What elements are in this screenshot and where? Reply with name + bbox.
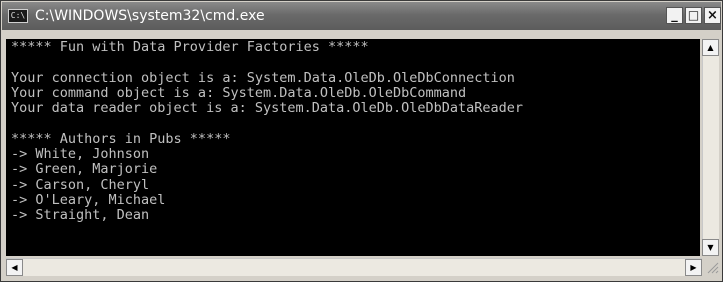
console-line: -> O'Leary, Michael (11, 191, 166, 208)
scroll-left-arrow-icon[interactable]: ◀ (6, 259, 23, 276)
resize-grip-icon[interactable] (703, 258, 720, 276)
console-line: -> Carson, Cheryl (11, 176, 150, 193)
console-line: Your command object is a: System.Data.Ol… (11, 84, 467, 101)
console-output[interactable]: ***** Fun with Data Provider Factories *… (6, 39, 700, 256)
console-line: ***** Authors in Pubs ***** (11, 130, 231, 147)
console-app-icon[interactable]: C:\ (8, 9, 28, 23)
scroll-down-arrow-icon[interactable]: ▼ (702, 239, 719, 256)
title-bar[interactable]: C:\ C:\WINDOWS\system32\cmd.exe _ □ × (2, 2, 721, 30)
console-line: Your data reader object is a: System.Dat… (11, 100, 524, 117)
maximize-button[interactable]: □ (685, 7, 702, 24)
minimize-button[interactable]: _ (666, 7, 683, 24)
console-line: ***** Fun with Data Provider Factories *… (11, 39, 369, 55)
console-line: Your connection object is a: System.Data… (11, 69, 515, 86)
close-button[interactable]: × (704, 7, 721, 24)
console-line: -> Green, Marjorie (11, 161, 158, 178)
vertical-scrollbar[interactable]: ▲ ▼ (702, 39, 719, 256)
window-title: C:\WINDOWS\system32\cmd.exe (35, 8, 265, 24)
console-line: -> Straight, Dean (11, 207, 150, 224)
scroll-right-arrow-icon[interactable]: ▶ (685, 259, 702, 276)
console-line: -> White, Johnson (11, 146, 150, 163)
horizontal-scrollbar[interactable]: ◀ ▶ (6, 258, 702, 276)
cmd-window: C:\ C:\WINDOWS\system32\cmd.exe _ □ × **… (0, 0, 723, 282)
scroll-up-arrow-icon[interactable]: ▲ (702, 39, 719, 56)
